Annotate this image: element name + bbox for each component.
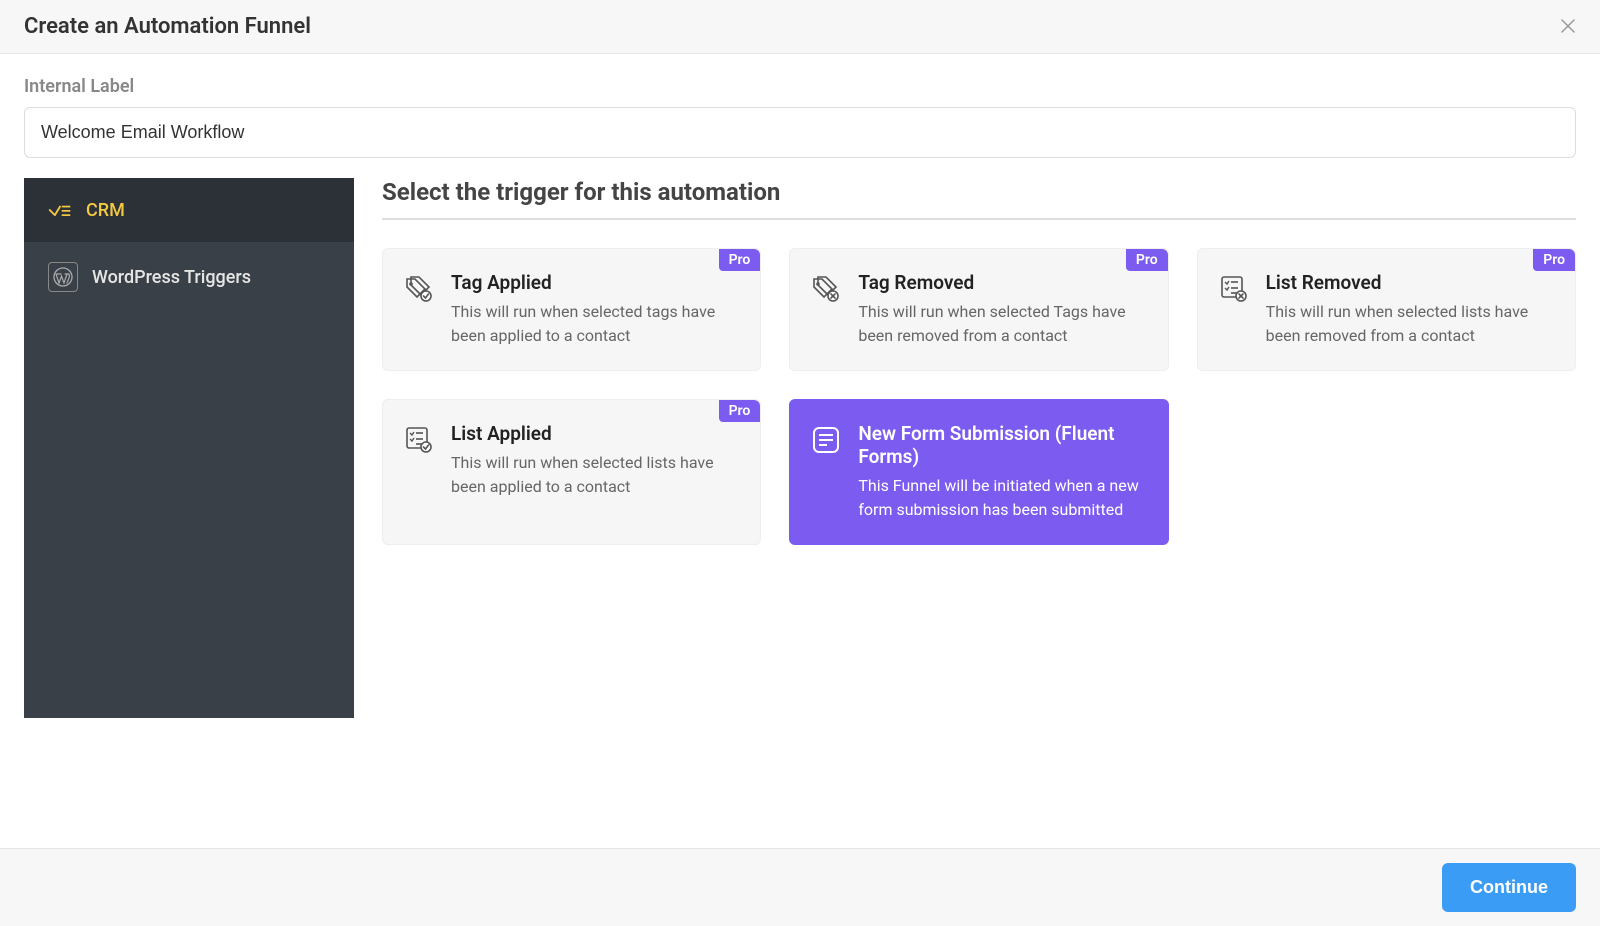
trigger-title: Tag Applied xyxy=(451,271,740,294)
trigger-title: Tag Removed xyxy=(858,271,1147,294)
trigger-desc: This will run when selected tags have be… xyxy=(451,300,740,348)
modal-header: Create an Automation Funnel xyxy=(0,0,1600,54)
pro-badge: Pro xyxy=(1533,249,1575,271)
modal-footer: Continue xyxy=(0,848,1600,926)
internal-label-section: Internal Label xyxy=(24,76,1576,158)
trigger-content: Tag Applied This will run when selected … xyxy=(451,271,740,348)
tag-removed-icon xyxy=(810,273,842,305)
sidebar-item-crm[interactable]: CRM xyxy=(24,178,354,242)
pro-badge: Pro xyxy=(719,249,761,271)
trigger-content: New Form Submission (Fluent Forms) This … xyxy=(858,422,1147,522)
sidebar-item-wordpress-triggers[interactable]: WordPress Triggers xyxy=(24,242,354,312)
sidebar: CRM WordPress Triggers xyxy=(24,178,354,718)
sidebar-item-label: WordPress Triggers xyxy=(92,267,251,288)
main-section: CRM WordPress Triggers Select the trigge… xyxy=(24,178,1576,718)
crm-icon xyxy=(48,198,72,222)
trigger-content: List Removed This will run when selected… xyxy=(1266,271,1555,348)
trigger-content: List Applied This will run when selected… xyxy=(451,422,740,499)
modal-title: Create an Automation Funnel xyxy=(24,14,311,39)
content-wrapper: Internal Label CRM xyxy=(0,54,1600,718)
trigger-card-tag-applied[interactable]: Pro Tag Applied This will run when selec… xyxy=(382,248,761,371)
trigger-content: Tag Removed This will run when selected … xyxy=(858,271,1147,348)
trigger-card-tag-removed[interactable]: Pro Tag Removed This will run when selec… xyxy=(789,248,1168,371)
form-icon xyxy=(810,424,842,456)
list-applied-icon xyxy=(403,424,435,456)
trigger-title: List Removed xyxy=(1266,271,1555,294)
wordpress-icon xyxy=(48,262,78,292)
trigger-title: New Form Submission (Fluent Forms) xyxy=(858,422,1147,468)
trigger-card-new-form-submission[interactable]: New Form Submission (Fluent Forms) This … xyxy=(789,399,1168,545)
trigger-title: List Applied xyxy=(451,422,740,445)
pro-badge: Pro xyxy=(1126,249,1168,271)
triggers-grid: Pro Tag Applied This will run when selec… xyxy=(382,248,1576,545)
internal-label-title: Internal Label xyxy=(24,76,1576,97)
list-removed-icon xyxy=(1218,273,1250,305)
trigger-section-title: Select the trigger for this automation xyxy=(382,178,1576,220)
trigger-card-list-removed[interactable]: Pro List xyxy=(1197,248,1576,371)
trigger-desc: This will run when selected lists have b… xyxy=(1266,300,1555,348)
trigger-section: Select the trigger for this automation P… xyxy=(382,178,1576,718)
close-icon xyxy=(1560,14,1576,39)
close-button[interactable] xyxy=(1560,16,1576,38)
trigger-desc: This will run when selected Tags have be… xyxy=(858,300,1147,348)
trigger-desc: This will run when selected lists have b… xyxy=(451,451,740,499)
continue-button[interactable]: Continue xyxy=(1442,863,1576,912)
sidebar-item-label: CRM xyxy=(86,200,125,221)
trigger-desc: This Funnel will be initiated when a new… xyxy=(858,474,1147,522)
pro-badge: Pro xyxy=(719,400,761,422)
trigger-card-list-applied[interactable]: Pro List xyxy=(382,399,761,545)
tag-applied-icon xyxy=(403,273,435,305)
internal-label-input[interactable] xyxy=(24,107,1576,158)
